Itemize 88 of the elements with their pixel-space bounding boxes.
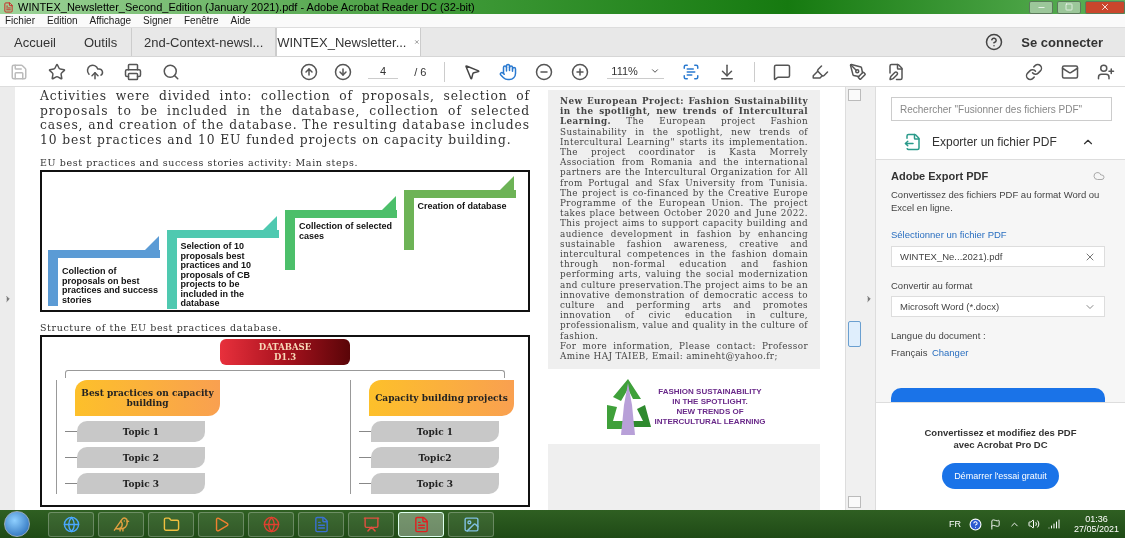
cloud-icon bbox=[1093, 170, 1105, 182]
description-text: Convertissez des fichiers PDF au format Word ou Excel en ligne. bbox=[891, 188, 1101, 214]
topic-node: Topic 2 bbox=[77, 447, 205, 468]
star-icon[interactable] bbox=[48, 62, 66, 81]
logo-text: INTERCULTURAL LEARNING bbox=[654, 416, 766, 427]
menu-item[interactable]: Fichier bbox=[5, 15, 35, 26]
scroll-thumb[interactable] bbox=[847, 321, 861, 347]
minimize-button[interactable] bbox=[1029, 0, 1053, 14]
body-paragraph: Activities were divided into: collection of proposals, selection of proposals to be included in the database, collection of selected cases, and creation of the database. The resulting database includes 10 best practices and 10 EU funded projects on capacity building. bbox=[40, 89, 530, 147]
start-button[interactable] bbox=[4, 511, 30, 537]
caret-icon[interactable] bbox=[649, 66, 660, 76]
zoom-in-icon[interactable] bbox=[571, 62, 590, 81]
search-field[interactable]: Rechercher "Fusionner des fichiers PDF" bbox=[891, 97, 1112, 121]
topic-node: Topic 1 bbox=[77, 421, 205, 442]
step-label: Collection of proposals on best practices and success stories bbox=[62, 267, 160, 305]
pdf-icon bbox=[3, 1, 14, 13]
maximize-button[interactable] bbox=[1057, 0, 1081, 14]
help-icon[interactable] bbox=[985, 33, 1004, 51]
fit-page-icon[interactable] bbox=[681, 62, 700, 81]
link-icon[interactable] bbox=[1025, 62, 1043, 81]
cloud-upload-icon[interactable] bbox=[86, 62, 104, 81]
taskbar-button[interactable] bbox=[398, 511, 444, 537]
previous-page-icon[interactable] bbox=[300, 62, 319, 81]
folder-icon[interactable] bbox=[162, 515, 180, 533]
article-paragraph: New European Project: Fashion Sustainability in the spotlight, new trends of Intercultural Learning. The European project Fashion Sustainability in the spotlight, new trends of Intercultural Learning" starts its implementation. The project coordinator is Kasta Morrely Association from Romania and the international partners are the Intercultural Organization for All from Portugal and Sfax University from Tunisia. The project is co-financed by the Creative Europe Programme of the European Union. The project takes place between October 2020 and June 2022. This project aims to support capacity building and audience development in fashion by enhancing sustainable fashion awareness, creative and intercultural competences in the fashion domain through non-formal education and fashion performing arts, valuing the social modernization and culture preservation.The project aims to be an innovative demonstration of democratic access to culture and performing arts and promotes innovation of civic education in culture, professionalism, value and quality in the culture of fashion. bbox=[560, 96, 808, 341]
nav-tab[interactable]: Accueil bbox=[0, 28, 70, 56]
image-icon[interactable] bbox=[462, 515, 480, 533]
logo-text: IN THE SPOTLIGHT. bbox=[672, 396, 748, 407]
figure-caption: EU best practices and success stories activity: Main steps. bbox=[40, 157, 359, 168]
panel-heading: Adobe Export PDF bbox=[891, 170, 989, 182]
topic-node: Topic2 bbox=[371, 447, 499, 468]
zoom-dropdown[interactable]: 111% bbox=[607, 64, 664, 79]
step-label: Creation of database bbox=[417, 202, 508, 212]
close-button[interactable] bbox=[1085, 0, 1125, 14]
add-user-icon[interactable] bbox=[1097, 62, 1115, 81]
nav-tab[interactable]: Outils bbox=[69, 28, 132, 56]
menu-item[interactable]: Signer bbox=[143, 15, 172, 26]
category-node: Capacity building projects bbox=[369, 380, 514, 416]
clock-date: 27/05/2021 bbox=[1073, 524, 1119, 534]
menu-item[interactable]: Fenêtre bbox=[184, 15, 219, 26]
file-field[interactable]: WINTEX_Ne...2021).pdf bbox=[891, 246, 1105, 267]
field-label: Convertir au format bbox=[891, 279, 974, 292]
language-text: Français bbox=[891, 347, 928, 358]
contact-paragraph: For more information, Please contact: Professor Amine HAJ TAIEB, Email: amineht@yahoo.fr; bbox=[560, 340, 808, 362]
mail-icon[interactable] bbox=[1061, 62, 1079, 81]
free-trial-button[interactable]: Démarrer l'essai gratuit bbox=[942, 463, 1059, 489]
step-label: Selection of 10 proposals best practices and 10 proposals of CB projects to be included in the database bbox=[180, 242, 253, 309]
highlighter-icon[interactable] bbox=[810, 62, 829, 81]
pen-icon[interactable] bbox=[848, 62, 867, 81]
hand-icon[interactable] bbox=[499, 62, 518, 81]
window-title: WINTEX_Newsletter_Second_Edition (January 2021).pdf - Adobe Acrobat Reader DC (32-bit) bbox=[18, 1, 476, 13]
topic-node: Topic 1 bbox=[371, 421, 499, 442]
comment-icon[interactable] bbox=[772, 62, 791, 81]
topic-node: Topic 3 bbox=[77, 473, 205, 494]
change-link[interactable]: Changer bbox=[931, 347, 969, 358]
export-file-icon[interactable] bbox=[904, 133, 922, 151]
presentation-icon[interactable] bbox=[362, 515, 380, 533]
sign-in-link[interactable]: Se connecter bbox=[1021, 34, 1103, 50]
select-file-link[interactable]: Sélectionner un fichier PDF bbox=[891, 229, 1007, 240]
print-icon[interactable] bbox=[124, 62, 142, 81]
database-node: DATABASE D1.3 bbox=[220, 339, 350, 365]
page-total: / 6 bbox=[414, 65, 427, 78]
menu-item[interactable]: Affichage bbox=[89, 15, 132, 26]
close-icon[interactable] bbox=[1100, 2, 1110, 12]
document-tab[interactable]: WINTEX_Newsletter... bbox=[276, 28, 422, 56]
clock-time: 01:36 bbox=[1085, 514, 1108, 524]
pointer-icon[interactable] bbox=[463, 62, 482, 81]
logo-text: NEW TRENDS OF bbox=[676, 406, 744, 417]
menu-item[interactable]: Edition bbox=[47, 15, 78, 26]
volume-icon[interactable] bbox=[1027, 518, 1040, 530]
promo-text: Convertissez et modifiez des PDF avec Acrobat Pro DC bbox=[923, 427, 1078, 451]
zoom-out-icon[interactable] bbox=[535, 62, 554, 81]
file-edit-icon[interactable] bbox=[886, 62, 905, 81]
language-indicator[interactable]: FR bbox=[948, 519, 961, 529]
menu-item[interactable]: Aide bbox=[230, 15, 251, 26]
bird-icon[interactable] bbox=[112, 515, 130, 533]
figure-caption: Structure of the EU best practices database. bbox=[40, 322, 283, 333]
search-icon[interactable] bbox=[162, 62, 180, 81]
logo-text: FASHION SUSTAINABILITY bbox=[658, 386, 762, 397]
topic-node: Topic 3 bbox=[371, 473, 499, 494]
format-dropdown[interactable]: Microsoft Word (*.docx) bbox=[891, 296, 1105, 317]
field-label: Langue du document : bbox=[891, 329, 987, 342]
category-node: Best practices on capacity building bbox=[75, 380, 220, 416]
flag-icon[interactable] bbox=[989, 518, 1001, 530]
page-number-field[interactable]: 4 bbox=[368, 64, 399, 79]
globe-icon[interactable] bbox=[62, 515, 80, 533]
step-label: Collection of selected cases bbox=[299, 222, 394, 241]
next-page-icon[interactable] bbox=[334, 62, 353, 81]
